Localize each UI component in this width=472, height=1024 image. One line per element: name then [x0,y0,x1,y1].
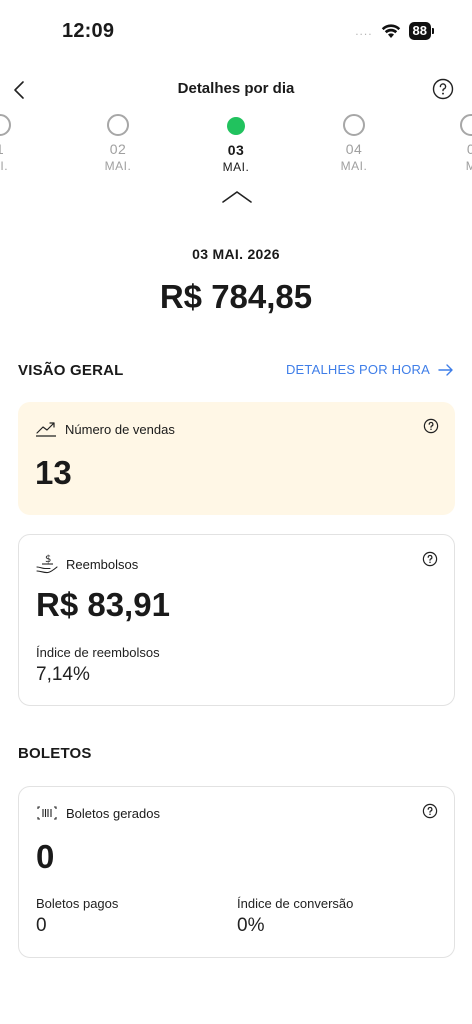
status-bar: 12:09 .... 88 [0,0,472,60]
refunds-card: $ Reembolsos R$ 83,91 Índice de reembols… [18,534,455,706]
arrow-right-icon [438,363,453,376]
help-icon[interactable] [422,551,438,567]
day-item[interactable]: 0 M [436,112,472,173]
day-number: 04 [345,141,363,157]
hour-details-label: DETALHES POR HORA [285,362,430,377]
wifi-icon [381,24,400,38]
trending-up-icon [36,422,56,437]
refund-rate-label: Índice de reembolsos [36,645,160,660]
help-icon[interactable] [423,418,439,434]
signal-icon: .... [355,24,373,38]
page-title: Detalhes por dia [177,80,295,97]
money-hand-icon: $ [36,554,58,574]
day-month: MAI. [340,159,368,173]
refunds-label: Reembolsos [66,556,139,572]
battery-icon: 88 [408,22,434,40]
day-status-circle [227,117,245,135]
conversion-rate-label: Índice de conversão [237,896,354,911]
sales-count: 13 [35,454,72,491]
day-status-circle [0,114,11,136]
chevron-up-icon[interactable] [221,186,253,206]
help-icon[interactable] [422,803,438,819]
status-time: 12:09 [62,20,115,42]
refund-rate-value: 7,14% [36,664,90,685]
day-month: M [465,159,472,173]
sales-card-header: Número de vendas [35,420,175,438]
day-month: MAI. [222,160,250,174]
boletos-generated-label: Boletos gerados [66,805,160,821]
battery-level: 88 [408,22,431,40]
overview-title: VISÃO GERAL [18,362,124,379]
svg-text:$: $ [45,554,51,565]
sales-label: Número de vendas [65,421,175,437]
boletos-paid-value: 0 [36,915,47,936]
day-status-circle [460,114,472,136]
boletos-title: BOLETOS [18,745,92,762]
day-status-circle [107,114,129,136]
header: Detalhes por dia [0,72,472,106]
day-month: MAI. [104,159,132,173]
status-icons: .... 88 [355,20,434,42]
day-selector: 1 AI. 02 MAI. 03 MAI. 04 MAI. 0 M [0,112,472,212]
day-status-circle [343,114,365,136]
day-number: 02 [109,141,127,157]
selected-date: 03 MAI. 2026 [192,246,280,262]
day-item[interactable]: 04 MAI. [319,112,389,173]
refunds-amount: R$ 83,91 [36,586,170,623]
boletos-generated-value: 0 [36,838,55,875]
daily-total: R$ 784,85 [159,278,313,315]
hour-details-link[interactable]: DETALHES POR HORA [286,362,454,377]
barcode-icon [37,806,57,820]
day-item[interactable]: 1 AI. [0,112,35,173]
day-number: 1 [0,141,35,157]
help-icon[interactable] [432,78,454,100]
day-number: 0 [466,141,472,157]
sales-card: Número de vendas 13 [18,402,455,515]
day-month: AI. [0,159,9,173]
day-number: 03 [227,142,245,158]
day-item-selected[interactable]: 03 MAI. [201,112,271,174]
boletos-paid-label: Boletos pagos [36,896,119,911]
refunds-card-header: $ Reembolsos [36,553,138,575]
boletos-card-header: Boletos gerados [36,805,160,821]
conversion-rate-value: 0% [237,915,265,936]
day-item[interactable]: 02 MAI. [83,112,153,173]
boletos-card: Boletos gerados 0 Boletos pagos 0 Índice… [18,786,455,958]
